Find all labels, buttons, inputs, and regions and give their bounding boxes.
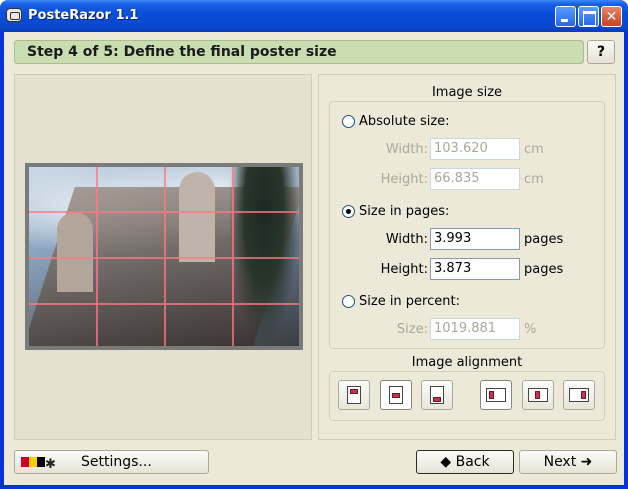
next-button[interactable]: Next ➜ xyxy=(519,450,617,474)
size-options-pane: Image size Absolute size: Width: 103.620… xyxy=(318,74,616,440)
align-top-icon xyxy=(347,386,361,404)
app-window: PosteRazor 1.1 Step 4 of 5: Define the f… xyxy=(0,0,628,489)
pages-size-option[interactable]: Size in pages: xyxy=(342,202,449,220)
title-bar[interactable]: PosteRazor 1.1 xyxy=(0,0,628,32)
pages-width-input[interactable]: 3.993 xyxy=(430,228,520,250)
absolute-size-option[interactable]: Absolute size: xyxy=(342,112,450,130)
settings-button[interactable]: ✱ Settings... xyxy=(14,450,209,474)
align-top-button[interactable] xyxy=(338,380,370,410)
align-left-icon xyxy=(486,388,506,402)
absolute-width-input[interactable]: 103.620 xyxy=(430,138,520,160)
absolute-size-radio[interactable] xyxy=(342,114,355,128)
align-left-button[interactable] xyxy=(480,380,512,410)
align-bottom-icon xyxy=(430,386,444,404)
next-arrow-icon: ➜ xyxy=(580,454,593,470)
page-grid-line xyxy=(29,303,299,305)
pages-height-label: Height: xyxy=(380,261,428,277)
help-button[interactable]: ? xyxy=(587,40,615,64)
image-alignment-group xyxy=(329,371,605,421)
back-label: Back xyxy=(455,454,490,470)
pages-width-label: Width: xyxy=(385,231,428,247)
align-right-button[interactable] xyxy=(563,380,595,410)
settings-label: Settings... xyxy=(81,454,152,470)
next-label: Next xyxy=(543,454,577,470)
percent-size-row: Size: 1019.881 % xyxy=(330,318,536,340)
pages-size-label: Size in pages: xyxy=(359,203,450,219)
percent-size-label: Size in percent: xyxy=(359,293,460,309)
app-icon xyxy=(6,8,22,22)
poster-image-preview xyxy=(29,167,299,346)
absolute-height-unit: cm xyxy=(524,171,544,187)
image-tower-left xyxy=(57,212,93,292)
client-area: Step 4 of 5: Define the final poster siz… xyxy=(4,32,624,485)
absolute-width-unit: cm xyxy=(524,141,544,157)
pages-size-radio[interactable] xyxy=(342,204,355,218)
pages-height-unit: pages xyxy=(524,261,564,277)
percent-size-radio[interactable] xyxy=(342,294,355,308)
percent-size-input[interactable]: 1019.881 xyxy=(430,318,520,340)
percent-size-unit: % xyxy=(524,321,537,337)
absolute-height-input[interactable]: 66.835 xyxy=(430,168,520,190)
poster-preview-frame xyxy=(25,163,303,350)
pages-width-unit: pages xyxy=(524,231,564,247)
language-flags-icon xyxy=(21,457,45,467)
absolute-size-label: Absolute size: xyxy=(359,113,450,129)
close-button[interactable] xyxy=(601,6,622,27)
align-center-icon xyxy=(528,388,548,402)
pages-width-row: Width: 3.993 pages xyxy=(330,228,563,250)
pages-height-input[interactable]: 3.873 xyxy=(430,258,520,280)
step-title: Step 4 of 5: Define the final poster siz… xyxy=(14,40,584,64)
image-alignment-title: Image alignment xyxy=(411,355,523,370)
maximize-button[interactable] xyxy=(578,6,599,27)
back-arrow-icon: ◆ xyxy=(440,454,452,470)
image-size-title: Image size xyxy=(431,85,503,100)
page-grid-line xyxy=(29,211,299,213)
align-middle-button[interactable] xyxy=(380,380,412,410)
wrench-icon: ✱ xyxy=(45,457,56,472)
align-bottom-button[interactable] xyxy=(421,380,453,410)
absolute-width-label: Width: xyxy=(385,141,428,157)
back-button[interactable]: ◆ Back xyxy=(416,450,514,474)
align-right-icon xyxy=(569,388,589,402)
image-size-group: Absolute size: Width: 103.620 cm Height:… xyxy=(329,101,605,349)
percent-size-option[interactable]: Size in percent: xyxy=(342,292,460,310)
percent-size-field-label: Size: xyxy=(396,321,428,337)
align-center-button[interactable] xyxy=(522,380,554,410)
window-title: PosteRazor 1.1 xyxy=(28,8,139,23)
poster-preview-pane xyxy=(14,74,312,440)
minimize-button[interactable] xyxy=(555,6,576,27)
align-middle-icon xyxy=(389,386,403,404)
pages-height-row: Height: 3.873 pages xyxy=(330,258,563,280)
absolute-width-row: Width: 103.620 cm xyxy=(330,138,544,160)
image-tower-right xyxy=(179,172,215,262)
absolute-height-label: Height: xyxy=(380,171,428,187)
page-grid-line xyxy=(29,257,299,259)
absolute-height-row: Height: 66.835 cm xyxy=(330,168,544,190)
